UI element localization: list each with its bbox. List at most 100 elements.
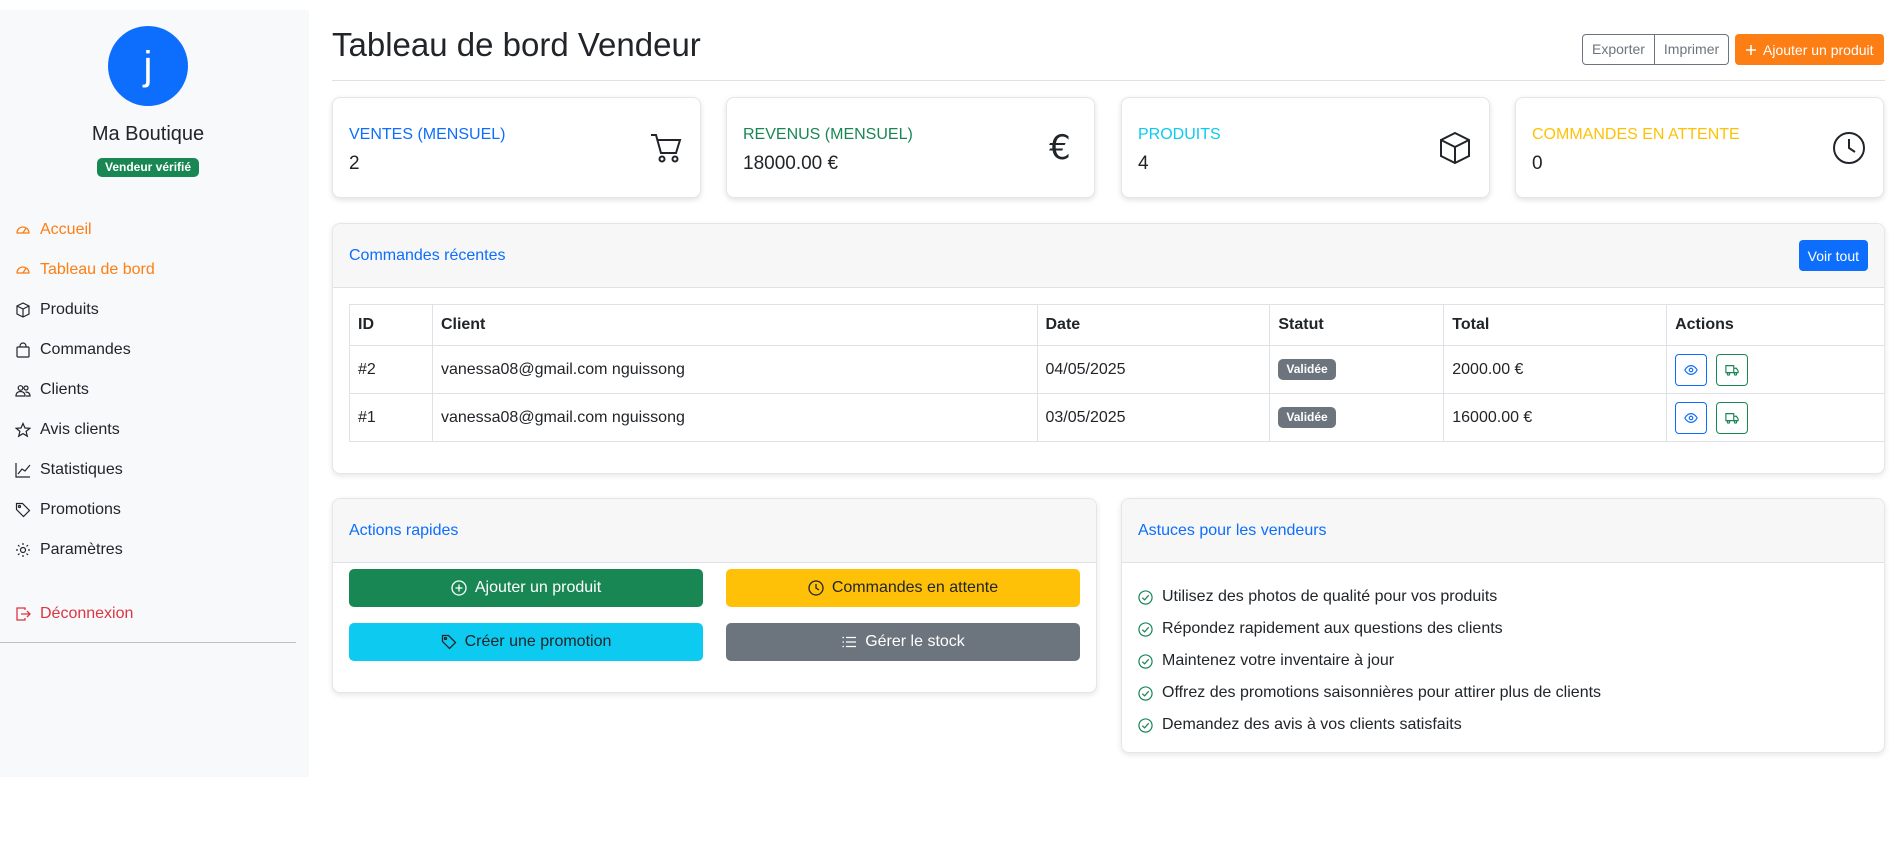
tip-text: Répondez rapidement aux questions des cl… <box>1162 620 1503 637</box>
verified-badge: Vendeur vérifié <box>97 158 200 177</box>
order-status-cell: Validée <box>1269 393 1445 442</box>
sidebar-item-clients[interactable]: Clients <box>0 370 296 410</box>
eye-icon <box>1684 364 1698 375</box>
column-header: Total <box>1443 304 1668 346</box>
order-total: 2000.00 € <box>1443 345 1668 394</box>
quick-actions-card: Actions rapides Ajouter un produit Comma… <box>332 498 1097 693</box>
shop-name: Ma Boutique <box>91 123 205 145</box>
order-actions <box>1666 345 1884 394</box>
print-button[interactable]: Imprimer <box>1654 34 1730 65</box>
sidebar-item-statistiques[interactable]: Statistiques <box>0 450 296 490</box>
ship-order-button[interactable] <box>1715 353 1748 386</box>
logout-label: Déconnexion <box>40 605 134 622</box>
seller-tips-list: Utilisez des photos de qualité pour vos … <box>1138 581 1601 741</box>
quick-manage-stock-button[interactable]: Gérer le stock <box>726 623 1080 661</box>
check-circle-icon <box>1138 717 1153 733</box>
sidebar-nav: Accueil Tableau de bord Produits Command… <box>0 210 296 634</box>
check-circle-icon <box>1138 685 1153 701</box>
sidebar-item-avis[interactable]: Avis clients <box>0 410 296 450</box>
view-order-button[interactable] <box>1675 353 1708 386</box>
sidebar-item-label: Statistiques <box>40 461 123 478</box>
column-header: Actions <box>1666 304 1884 346</box>
quick-manage-stock-label: Gérer le stock <box>865 633 965 650</box>
box-icon <box>16 302 30 318</box>
sidebar-item-accueil[interactable]: Accueil <box>0 210 296 250</box>
quick-create-promo-button[interactable]: Créer une promotion <box>349 623 703 661</box>
list-item: Utilisez des photos de qualité pour vos … <box>1138 581 1601 613</box>
view-order-button[interactable] <box>1675 401 1708 434</box>
tags-icon <box>15 502 31 518</box>
sidebar-item-produits[interactable]: Produits <box>0 290 296 330</box>
stat-card-sales: VENTES (MENSUEL) 2 <box>332 97 701 198</box>
quick-actions-title: Actions rapides <box>349 521 459 539</box>
sidebar-item-label: Clients <box>40 381 89 398</box>
tip-text: Offrez des promotions saisonnières pour … <box>1162 684 1602 701</box>
column-header: Client <box>431 304 1038 346</box>
table-header-row: ID Client Date Statut Total Actions <box>349 304 1884 346</box>
sidebar-item-commandes[interactable]: Commandes <box>0 330 296 370</box>
check-circle-icon <box>1138 653 1153 669</box>
seller-tips-header: Astuces pour les vendeurs <box>1122 499 1884 563</box>
page-title: Tableau de bord Vendeur <box>332 26 701 63</box>
sidebar-item-promotions[interactable]: Promotions <box>0 490 296 530</box>
eye-icon <box>1684 412 1698 423</box>
ship-order-button[interactable] <box>1715 401 1748 434</box>
column-header: Statut <box>1269 304 1445 346</box>
recent-orders-title: Commandes récentes <box>349 246 506 264</box>
speedometer-icon <box>16 226 30 234</box>
star-icon <box>15 422 31 438</box>
order-id: #2 <box>349 345 433 394</box>
add-product-label: Ajouter un produit <box>1763 41 1874 58</box>
sidebar-divider <box>0 642 296 643</box>
sidebar-item-label: Produits <box>40 301 99 318</box>
sidebar-item-label: Accueil <box>40 221 92 238</box>
order-date: 04/05/2025 <box>1036 345 1271 394</box>
list-icon <box>842 636 857 648</box>
quick-add-product-label: Ajouter un produit <box>474 579 602 596</box>
export-button[interactable]: Exporter <box>1582 34 1655 65</box>
sidebar-item-label: Commandes <box>40 341 131 358</box>
logout-link[interactable]: Déconnexion <box>0 594 296 634</box>
sidebar-item-dashboard[interactable]: Tableau de bord <box>0 250 296 290</box>
sidebar-item-parametres[interactable]: Paramètres <box>0 530 296 570</box>
svg-text:€: € <box>1049 130 1071 166</box>
stat-label: REVENUS (MENSUEL) <box>743 126 913 143</box>
sidebar-item-label: Promotions <box>40 501 121 518</box>
quick-pending-orders-label: Commandes en attente <box>831 579 999 596</box>
add-product-button[interactable]: Ajouter un produit <box>1735 34 1884 65</box>
column-header: Date <box>1036 304 1271 346</box>
sidebar-item-label: Avis clients <box>40 421 120 438</box>
stat-value: 2 <box>349 153 360 174</box>
quick-pending-orders-button[interactable]: Commandes en attente <box>726 569 1080 607</box>
column-header: ID <box>349 304 433 346</box>
logout-icon <box>16 607 31 621</box>
people-icon <box>15 385 31 397</box>
order-client: vanessa08@gmail.com nguissong <box>431 345 1038 394</box>
stat-value: 4 <box>1138 153 1149 174</box>
order-status-cell: Validée <box>1269 345 1445 394</box>
table-row: #1 vanessa08@gmail.com nguissong 03/05/2… <box>349 393 1884 442</box>
stat-card-pending: COMMANDES EN ATTENTE 0 <box>1515 97 1884 198</box>
quick-add-product-button[interactable]: Ajouter un produit <box>349 569 703 607</box>
stat-card-revenue: REVENUS (MENSUEL) 18000.00 € € <box>726 97 1095 198</box>
stat-label: PRODUITS <box>1138 126 1221 143</box>
recent-orders-header: Commandes récentes Voir tout <box>333 224 1884 288</box>
header-button-group: Exporter Imprimer <box>1582 34 1730 65</box>
clock-icon <box>808 580 824 596</box>
plus-circle-icon <box>451 580 467 596</box>
stat-card-products: PRODUITS 4 <box>1121 97 1490 198</box>
tip-text: Maintenez votre inventaire à jour <box>1162 652 1395 669</box>
list-item: Maintenez votre inventaire à jour <box>1138 645 1601 677</box>
order-total: 16000.00 € <box>1443 393 1668 442</box>
bag-icon <box>16 342 30 358</box>
status-badge: Validée <box>1278 359 1336 380</box>
speedometer-icon <box>16 266 30 274</box>
tip-text: Demandez des avis à vos clients satisfai… <box>1162 716 1462 733</box>
seller-tips-card: Astuces pour les vendeurs Utilisez des p… <box>1121 498 1885 753</box>
tip-text: Utilisez des photos de qualité pour vos … <box>1162 588 1498 605</box>
seller-tips-title: Astuces pour les vendeurs <box>1138 521 1327 539</box>
view-all-button[interactable]: Voir tout <box>1798 240 1868 271</box>
avatar: j <box>108 26 188 106</box>
graph-icon <box>15 463 31 478</box>
order-client: vanessa08@gmail.com nguissong <box>431 393 1038 442</box>
